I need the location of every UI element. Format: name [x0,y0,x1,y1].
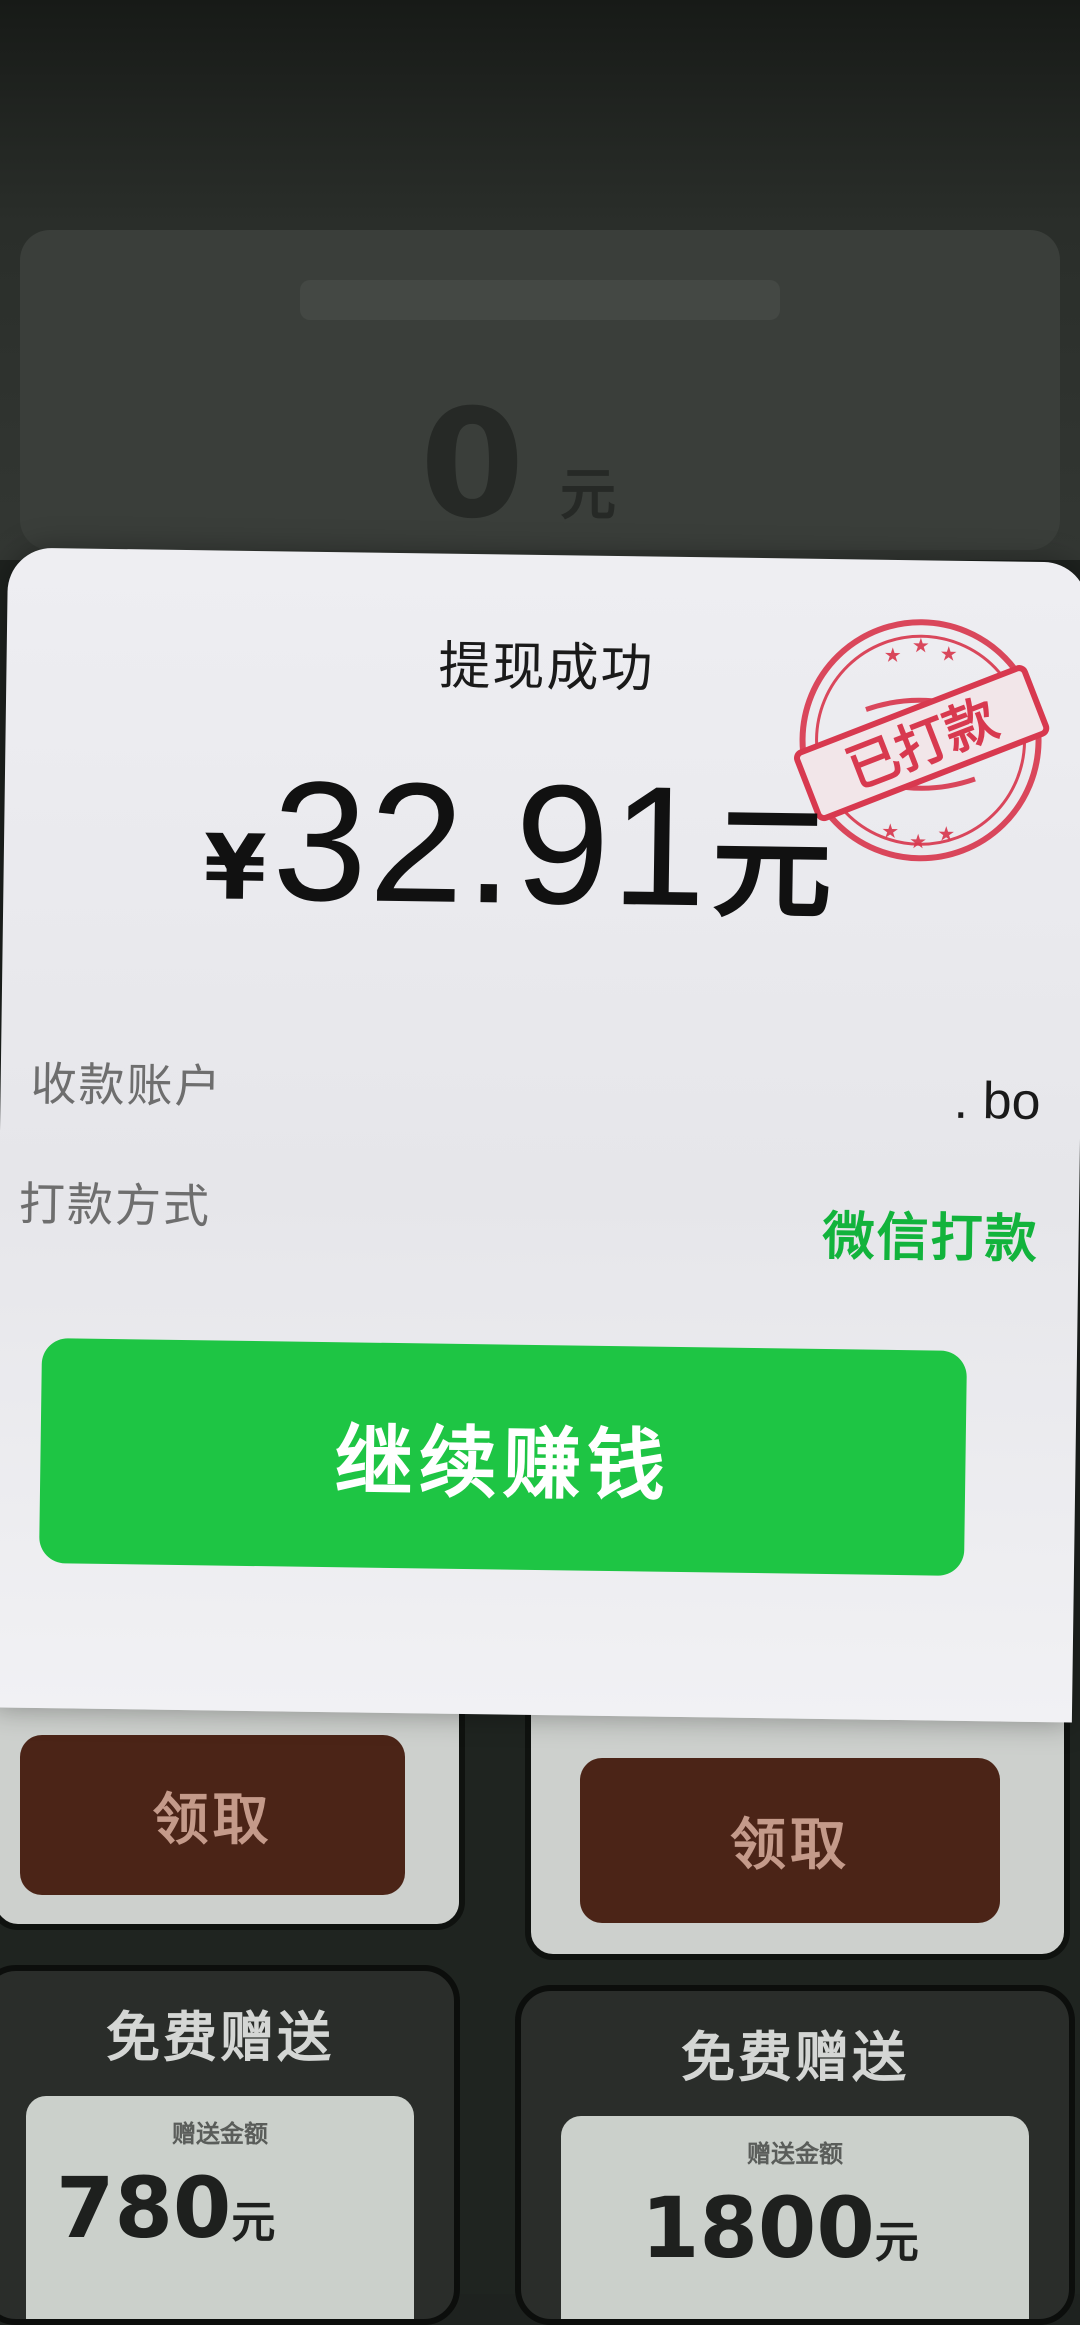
gift-amount-unit: 元 [231,2197,276,2248]
withdraw-success-dialog: 提现成功 ★ ★ ★ ★ ★ ★ 已打款 ¥ 32.91 元 收款账户 . bo… [0,547,1080,1723]
background-title-placeholder [300,280,780,320]
gift-amount-unit: 元 [874,2217,919,2268]
account-label: 收款账户 [30,1056,224,1114]
background-balance-card [20,230,1060,550]
claim-button[interactable]: 领取 [20,1735,405,1895]
gift-card[interactable]: 免费赠送 赠送金额 780元 [0,1965,460,2325]
background-balance-value: 0 [420,378,525,552]
svg-text:★: ★ [937,822,955,846]
svg-text:★: ★ [912,633,930,657]
gift-amount: 1800元 [641,2186,919,2270]
gift-amount-value: 780 [56,2159,232,2257]
amount-value: 32.91 [271,746,710,943]
account-value: . bo [953,1071,1041,1131]
continue-earning-button[interactable]: 继续赚钱 [38,1338,968,1576]
claim-button[interactable]: 领取 [580,1758,1000,1923]
svg-text:★: ★ [884,643,902,667]
gift-card[interactable]: 免费赠送 赠送金额 1800元 [515,1985,1075,2325]
svg-text:★: ★ [881,819,899,843]
svg-text:★: ★ [909,829,927,853]
withdraw-amount: ¥ 32.91 元 [202,746,833,943]
background-balance-unit: 元 [560,463,616,528]
gift-amount-label: 赠送金额 [747,2140,843,2168]
svg-text:★: ★ [940,642,958,666]
gift-amount: 780元 [56,2166,275,2250]
currency-symbol: ¥ [202,815,268,922]
gift-card-title: 免费赠送 [681,2026,909,2089]
payment-method-value: 微信打款 [822,1206,1040,1270]
gift-amount-value: 1800 [641,2179,875,2277]
gift-card-title: 免费赠送 [106,2006,334,2069]
payment-method-label: 打款方式 [18,1176,212,1234]
gift-amount-label: 赠送金额 [172,2120,268,2148]
gift-card-body: 赠送金额 780元 [26,2096,414,2319]
amount-unit: 元 [710,795,833,937]
